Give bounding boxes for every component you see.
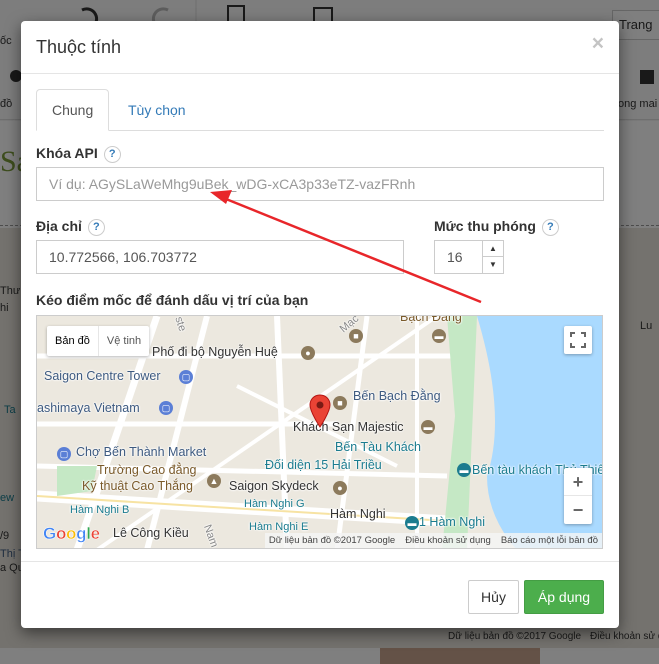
map-place-label: Lê Công Kiều: [113, 526, 189, 540]
shopping-icon: ▢: [159, 401, 173, 415]
dialog-title: Thuộc tính: [36, 37, 122, 57]
api-key-label-text: Khóa API: [36, 145, 98, 161]
map-zoom-control: + −: [564, 468, 592, 524]
map-place-label: Saigon Skydeck: [229, 479, 319, 493]
tab-options[interactable]: Tùy chọn: [112, 89, 202, 131]
map-terms-link[interactable]: Điều khoản sử dụng: [405, 535, 491, 546]
address-input[interactable]: [36, 240, 404, 274]
map-type-roadmap[interactable]: Bản đồ: [47, 326, 98, 356]
google-logo: Google: [43, 522, 111, 548]
map-place-label: Chợ Bến Thành Market: [76, 445, 207, 459]
api-key-help-icon[interactable]: ?: [103, 146, 121, 163]
map-place-label: 1 Hàm Nghi: [419, 515, 485, 529]
address-help-icon[interactable]: ?: [87, 219, 105, 236]
map-place-label: Hàm Nghi E: [249, 521, 309, 533]
map-place-label: Phố đi bộ Nguyễn Huệ: [152, 345, 278, 359]
map-place-label: Bạch Đằng: [400, 315, 462, 324]
map-place-label: Đối diện 15 Hải Triều: [265, 458, 382, 472]
zoom-level-label-text: Mức thu phóng: [434, 218, 536, 234]
map-attribution: Dữ liệu bản đồ ©2017 Google Điều khoản sử…: [264, 533, 602, 548]
api-key-input[interactable]: [36, 167, 604, 201]
dialog-footer: Hủy Áp dụng: [21, 561, 619, 628]
stepper-buttons: ▲ ▼: [482, 241, 503, 273]
location-marker-icon[interactable]: [309, 394, 331, 428]
map-place-label: Kỹ thuật Cao Thắng: [82, 479, 193, 493]
school-icon: ▲: [207, 474, 221, 488]
ferry-icon: ▬: [457, 463, 471, 477]
apply-button[interactable]: Áp dụng: [524, 580, 604, 614]
address-label: Địa chỉ?: [36, 218, 105, 236]
pier-icon: ■: [333, 396, 347, 410]
map-place-label: Hàm Nghi: [330, 507, 386, 521]
dialog-tabs: Chung Tùy chọn: [36, 89, 604, 131]
zoom-level-value[interactable]: 16: [447, 249, 463, 265]
dialog-header: Thuộc tính ×: [21, 21, 619, 74]
map-place-label: Hàm Nghi G: [244, 498, 305, 510]
map-report-error-link[interactable]: Báo cáo một lỗi bản đồ: [501, 535, 598, 546]
map-view[interactable]: Bạch Đằng Phố đi bộ Nguyễn Huệ ● ■ ▬ Sai…: [36, 315, 603, 549]
map-place-label: Hàm Nghi B: [70, 504, 130, 516]
map-zoom-out-button[interactable]: −: [564, 496, 592, 524]
api-key-label: Khóa API?: [36, 145, 121, 163]
map-zoom-in-button[interactable]: +: [564, 468, 592, 496]
stepper-down-icon[interactable]: ▼: [483, 257, 503, 273]
tab-general[interactable]: Chung: [36, 89, 109, 131]
market-icon: ▢: [57, 447, 71, 461]
map-place-label: Trường Cao đẳng: [97, 463, 197, 477]
shopping-icon: ▢: [179, 370, 193, 384]
zoom-level-label: Mức thu phóng?: [434, 218, 559, 236]
close-button[interactable]: ×: [592, 33, 604, 54]
zoom-level-stepper[interactable]: 16 ▲ ▼: [434, 240, 504, 274]
map-place-label: Saigon Centre Tower: [44, 369, 161, 383]
landmark-icon: ●: [301, 346, 315, 360]
bus-stop-icon: ▬: [405, 516, 419, 530]
properties-dialog: Thuộc tính × Chung Tùy chọn Khóa API? Đị…: [21, 21, 619, 628]
hotel-icon: ▬: [421, 420, 435, 434]
map-type-control: Bản đồ Vệ tinh: [47, 326, 150, 356]
hotel-icon: ▬: [432, 329, 446, 343]
svg-text:Google: Google: [43, 524, 100, 543]
cancel-button[interactable]: Hủy: [468, 580, 519, 614]
map-data-credit: Dữ liệu bản đồ ©2017 Google: [268, 535, 396, 546]
map-type-satellite[interactable]: Vệ tinh: [97, 326, 149, 356]
map-place-label: ashimaya Vietnam: [37, 401, 140, 415]
stepper-up-icon[interactable]: ▲: [483, 241, 503, 257]
map-place-label: Bến Tàu Khách: [335, 440, 421, 454]
address-label-text: Địa chỉ: [36, 218, 82, 234]
camera-icon: ●: [333, 481, 347, 495]
museum-icon: ■: [349, 329, 363, 343]
map-place-label: Bến Bạch Đằng: [353, 389, 441, 403]
fullscreen-icon[interactable]: [564, 326, 592, 354]
zoom-level-help-icon[interactable]: ?: [541, 219, 559, 236]
map-instruction-label: Kéo điểm mốc để đánh dấu vị trí của bạn: [36, 292, 309, 308]
